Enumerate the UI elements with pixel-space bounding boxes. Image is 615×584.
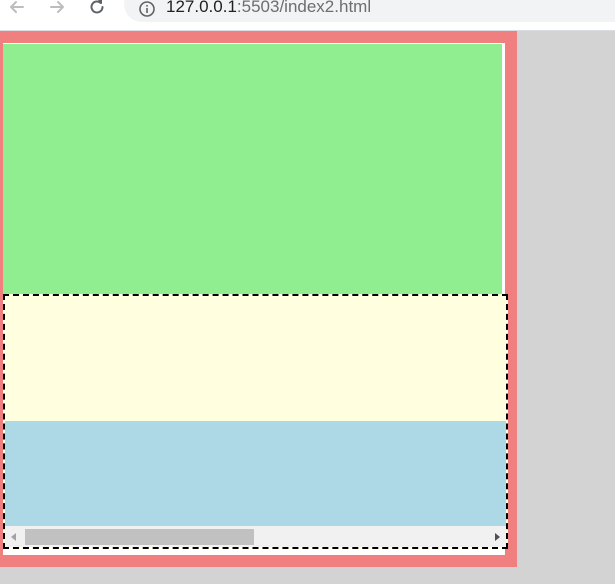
scroll-left-button[interactable] — [5, 526, 22, 547]
back-button[interactable] — [4, 0, 30, 20]
arrow-right-icon — [50, 1, 64, 13]
arrow-right-icon — [495, 532, 500, 541]
blue-block — [5, 421, 506, 526]
yellow-block — [5, 296, 506, 421]
scroll-right-button[interactable] — [489, 526, 506, 547]
url-path: :5503/index2.html — [236, 0, 372, 16]
arrow-left-icon — [10, 1, 24, 13]
scrollbar-thumb[interactable] — [25, 529, 254, 545]
info-icon[interactable] — [138, 0, 156, 18]
forward-button[interactable] — [44, 0, 70, 20]
browser-toolbar: 127.0.0.1:5503/index2.html — [0, 0, 615, 31]
address-bar[interactable]: 127.0.0.1:5503/index2.html — [124, 0, 615, 22]
green-block — [3, 44, 502, 296]
url-host: 127.0.0.1 — [166, 0, 237, 16]
scroll-container[interactable] — [3, 294, 508, 549]
reload-icon — [90, 0, 104, 14]
horizontal-scrollbar[interactable] — [5, 526, 506, 547]
url-text[interactable]: 127.0.0.1:5503/index2.html — [166, 0, 371, 20]
reload-button[interactable] — [84, 0, 110, 20]
arrow-left-icon — [11, 532, 16, 541]
